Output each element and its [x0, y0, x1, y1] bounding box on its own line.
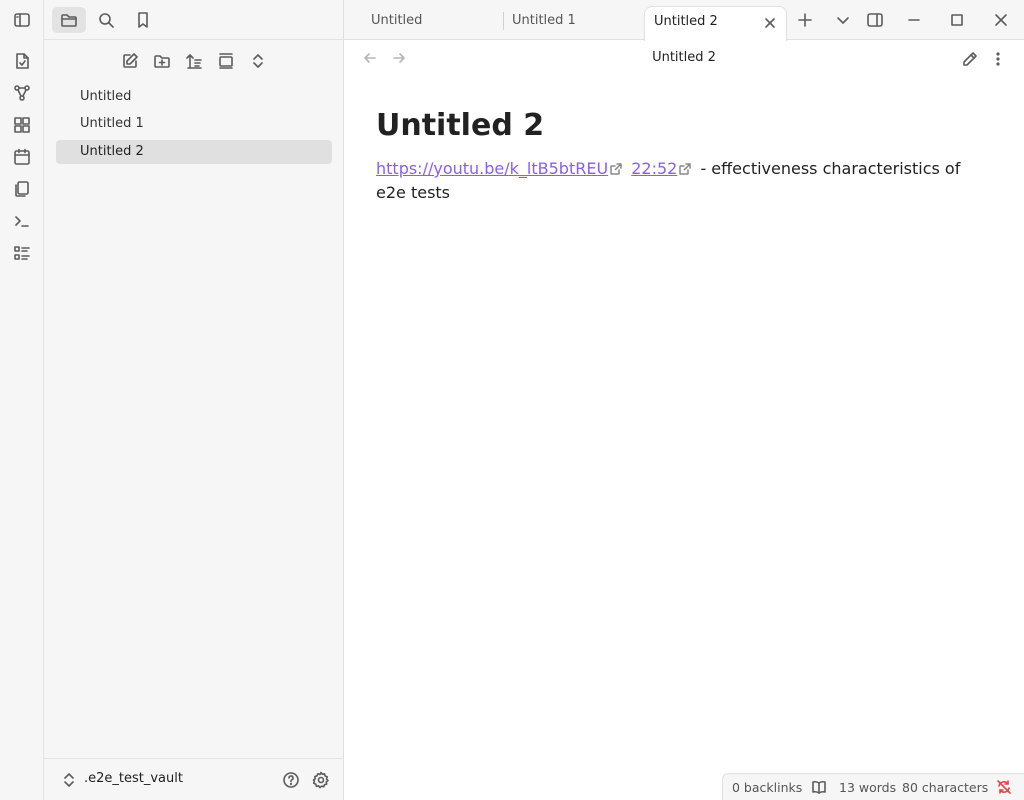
left-ribbon — [0, 0, 44, 800]
tab-list-chevron-down-icon[interactable] — [834, 11, 852, 29]
new-folder-icon[interactable] — [153, 52, 171, 70]
outline-icon[interactable] — [13, 244, 31, 262]
external-link-icon — [610, 158, 622, 175]
file-item-label: Untitled — [80, 89, 132, 104]
search-icon — [89, 7, 123, 33]
maximize-window-icon[interactable] — [948, 11, 966, 29]
collapse-all-icon[interactable] — [249, 52, 267, 70]
file-explorer-toolbar — [44, 50, 344, 72]
close-tab-icon[interactable] — [762, 15, 778, 31]
sync-error-icon[interactable] — [996, 779, 1012, 795]
close-window-icon[interactable] — [992, 11, 1010, 29]
backlinks-count[interactable]: 0 backlinks — [732, 780, 802, 795]
settings-gear-icon[interactable] — [312, 771, 330, 789]
youtube-link[interactable]: https://youtu.be/k_ltB5btREU — [376, 159, 608, 178]
word-count: 13 words — [839, 780, 897, 795]
file-explorer-sidebar: Untitled Untitled 1 Untitled 2 .e2e_test… — [44, 0, 344, 800]
graph-view-icon[interactable] — [13, 84, 31, 102]
tab-label: Untitled — [371, 13, 423, 28]
file-item-untitled-1[interactable]: Untitled 1 — [56, 112, 332, 136]
status-bar: 0 backlinks 13 words 80 characters — [722, 773, 1024, 800]
view-header: Untitled 2 — [344, 40, 1024, 78]
canvas-icon[interactable] — [13, 116, 31, 134]
tab-untitled-1[interactable]: Untitled 1 — [500, 6, 640, 40]
tab-untitled-2[interactable]: Untitled 2 — [644, 6, 787, 41]
help-icon[interactable] — [282, 771, 300, 789]
tab-files[interactable] — [52, 7, 86, 33]
toggle-left-sidebar-icon[interactable] — [13, 11, 31, 29]
minimize-window-icon[interactable] — [905, 11, 923, 29]
file-item-label: Untitled 2 — [80, 144, 144, 159]
auto-reveal-icon[interactable] — [217, 52, 235, 70]
vault-switcher-icon[interactable] — [62, 772, 76, 788]
vault-name[interactable]: .e2e_test_vault — [84, 771, 183, 786]
tab-bookmarks[interactable] — [126, 7, 160, 33]
more-options-icon[interactable] — [989, 50, 1007, 68]
vault-bar: .e2e_test_vault — [44, 758, 344, 800]
tab-label: Untitled 1 — [512, 13, 576, 28]
daily-note-icon[interactable] — [13, 148, 31, 166]
sort-icon[interactable] — [185, 52, 203, 70]
tab-untitled[interactable]: Untitled — [359, 6, 499, 40]
note-heading: Untitled 2 — [376, 108, 545, 143]
external-link-icon — [679, 158, 692, 175]
note-content: Untitled 2 https://youtu.be/k_ltB5btREU … — [376, 108, 976, 205]
reading-mode-book-icon[interactable] — [811, 779, 827, 795]
character-count: 80 characters — [902, 780, 989, 795]
folder-icon — [52, 7, 86, 33]
sidebar-tab-header — [44, 0, 344, 40]
new-tab-plus-icon[interactable] — [796, 11, 814, 29]
tab-label: Untitled 2 — [654, 14, 718, 29]
tab-search[interactable] — [89, 7, 123, 33]
file-item-untitled[interactable]: Untitled — [56, 85, 332, 109]
open-quick-switcher-icon[interactable] — [13, 52, 31, 70]
toggle-right-sidebar-icon[interactable] — [866, 11, 884, 29]
command-palette-icon[interactable] — [13, 212, 31, 230]
note-paragraph[interactable]: https://youtu.be/k_ltB5btREU 22:52 - eff… — [376, 157, 966, 205]
file-item-untitled-2[interactable]: Untitled 2 — [56, 140, 332, 164]
tab-strip: Untitled Untitled 1 Untitled 2 — [344, 0, 1024, 41]
file-item-label: Untitled 1 — [80, 116, 144, 131]
timestamp-link[interactable]: 22:52 — [631, 159, 677, 178]
view-title[interactable]: Untitled 2 — [344, 50, 1024, 65]
templates-icon[interactable] — [13, 180, 31, 198]
edit-mode-pencil-icon[interactable] — [961, 50, 979, 68]
bookmark-icon — [126, 7, 160, 33]
new-note-icon[interactable] — [121, 52, 139, 70]
